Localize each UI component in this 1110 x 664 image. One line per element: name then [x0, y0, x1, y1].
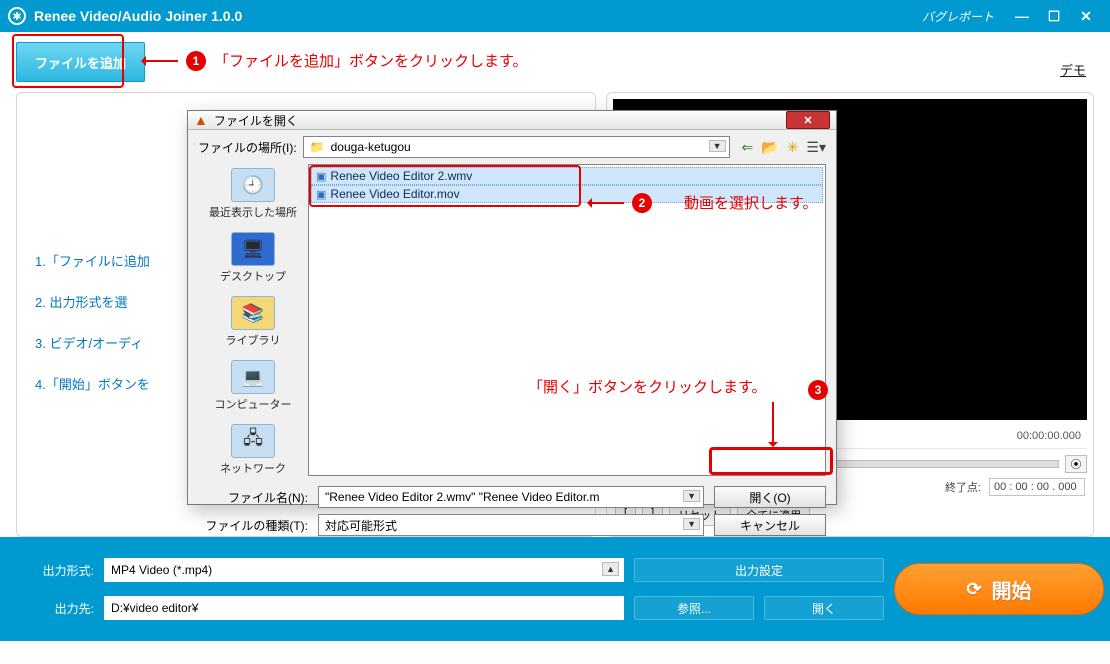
filename-combo[interactable]: "Renee Video Editor 2.wmv" "Renee Video …: [318, 486, 704, 508]
browse-button[interactable]: 参照...: [634, 596, 754, 620]
file-open-dialog: ▲ ファイルを開く ✕ ファイルの場所(I): 📁 douga-ketugou …: [187, 110, 837, 505]
app-logo-icon: ✱: [8, 7, 26, 25]
annotation-1-text: 「ファイルを追加」ボタンをクリックします。: [214, 50, 528, 71]
nav-view-icon[interactable]: ☰▾: [806, 139, 826, 156]
location-label: ファイルの場所(I):: [198, 139, 297, 156]
open-dest-button[interactable]: 開く: [764, 596, 884, 620]
output-settings-button[interactable]: 出力設定: [634, 558, 884, 582]
total-time: 00:00:00.000: [1017, 430, 1081, 442]
filename-label: ファイル名(N):: [198, 489, 308, 506]
open-button[interactable]: 開く(O): [714, 486, 826, 508]
minimize-button[interactable]: —: [1006, 4, 1038, 28]
end-time-input[interactable]: 00 : 00 : 00 . 000: [989, 478, 1085, 496]
place-library-label: ライブラリ: [226, 332, 281, 348]
location-value: douga-ketugou: [331, 140, 411, 154]
annotation-2-text: 動画を選択します。: [684, 192, 818, 213]
close-button[interactable]: ✕: [1070, 4, 1102, 28]
file-dialog-nav-icons: ⇐ 📂 ✳ ☰▾: [742, 139, 826, 156]
maximize-button[interactable]: ☐: [1038, 4, 1070, 28]
add-file-button[interactable]: ファイルを追加: [16, 42, 145, 82]
output-dest-input[interactable]: D:¥video editor¥: [104, 596, 624, 620]
place-recent-label: 最近表示した場所: [209, 204, 297, 220]
annotation-2-badge: 2: [632, 193, 652, 213]
file-row-1[interactable]: ▣ Renee Video Editor 2.wmv: [311, 167, 823, 185]
nav-up-icon[interactable]: 📂: [761, 139, 778, 156]
file-name-1: Renee Video Editor 2.wmv: [330, 169, 472, 183]
library-icon: 📚: [231, 296, 275, 330]
nav-new-folder-icon[interactable]: ✳: [787, 139, 799, 156]
file-dialog-close-button[interactable]: ✕: [786, 111, 830, 129]
place-library[interactable]: 📚 ライブラリ: [226, 296, 281, 348]
recent-icon: 🕘: [231, 168, 275, 202]
file-dialog-title: ファイルを開く: [214, 112, 298, 129]
file-dialog-location-row: ファイルの場所(I): 📁 douga-ketugou ⇐ 📂 ✳ ☰▾: [188, 130, 836, 164]
place-network-label: ネットワーク: [220, 460, 286, 476]
places-sidebar: 🕘 最近表示した場所 🖥 デスクトップ 📚 ライブラリ 💻 コンピューター 🖧 …: [198, 164, 308, 476]
arrow-left-icon: [588, 202, 624, 204]
place-desktop-label: デスクトップ: [220, 268, 286, 284]
filetype-combo[interactable]: 対応可能形式: [318, 514, 704, 536]
annotation-1: 1 「ファイルを追加」ボタンをクリックします。: [142, 50, 528, 71]
output-format-combo[interactable]: MP4 Video (*.mp4): [104, 558, 624, 582]
app-title: Renee Video/Audio Joiner 1.0.0: [34, 8, 242, 24]
nav-back-icon[interactable]: ⇐: [742, 139, 754, 156]
demo-link[interactable]: デモ: [1060, 60, 1086, 79]
titlebar: ✱ Renee Video/Audio Joiner 1.0.0 バグレポート …: [0, 0, 1110, 32]
toolbar: ファイルを追加 1 「ファイルを追加」ボタンをクリックします。 デモ: [0, 32, 1110, 92]
end-time-label: 終了点:: [945, 479, 981, 495]
file-dialog-icon: ▲: [194, 112, 208, 128]
file-name-2: Renee Video Editor.mov: [330, 187, 459, 201]
refresh-icon: ⟳: [966, 579, 981, 600]
place-computer[interactable]: 💻 コンピューター: [215, 360, 292, 412]
desktop-icon: 🖥: [231, 232, 275, 266]
arrow-left-icon: [142, 60, 178, 62]
annotation-3-badge: 3: [808, 380, 828, 400]
output-format-label: 出力形式:: [24, 562, 94, 579]
output-dest-label: 出力先:: [24, 600, 94, 617]
bottom-bar: 出力形式: MP4 Video (*.mp4) 出力設定 ⟳ 開始 出力先: D…: [0, 537, 1110, 641]
filetype-label: ファイルの種類(T):: [198, 517, 308, 534]
location-combo[interactable]: 📁 douga-ketugou: [303, 136, 730, 158]
arrow-down-icon: [772, 402, 774, 446]
place-recent[interactable]: 🕘 最近表示した場所: [209, 168, 297, 220]
place-computer-label: コンピューター: [215, 396, 292, 412]
annotation-3-text: 「開く」ボタンをクリックします。: [528, 376, 767, 397]
zoom-in-icon[interactable]: ⦿: [1065, 455, 1087, 473]
video-file-icon: ▣: [316, 170, 326, 183]
video-file-icon: ▣: [316, 188, 326, 201]
start-button[interactable]: ⟳ 開始: [894, 563, 1104, 615]
computer-icon: 💻: [231, 360, 275, 394]
annotation-2: 2 動画を選択します。: [588, 192, 818, 213]
file-dialog-titlebar[interactable]: ▲ ファイルを開く ✕: [188, 111, 836, 130]
bugreport-link[interactable]: バグレポート: [922, 8, 994, 25]
network-icon: 🖧: [231, 424, 275, 458]
cancel-button[interactable]: キャンセル: [714, 514, 826, 536]
start-button-label: 開始: [992, 575, 1032, 604]
place-desktop[interactable]: 🖥 デスクトップ: [220, 232, 286, 284]
folder-icon: 📁: [310, 140, 325, 154]
file-dialog-bottom: ファイル名(N): "Renee Video Editor 2.wmv" "Re…: [188, 482, 836, 546]
place-network[interactable]: 🖧 ネットワーク: [220, 424, 286, 476]
annotation-1-badge: 1: [186, 51, 206, 71]
